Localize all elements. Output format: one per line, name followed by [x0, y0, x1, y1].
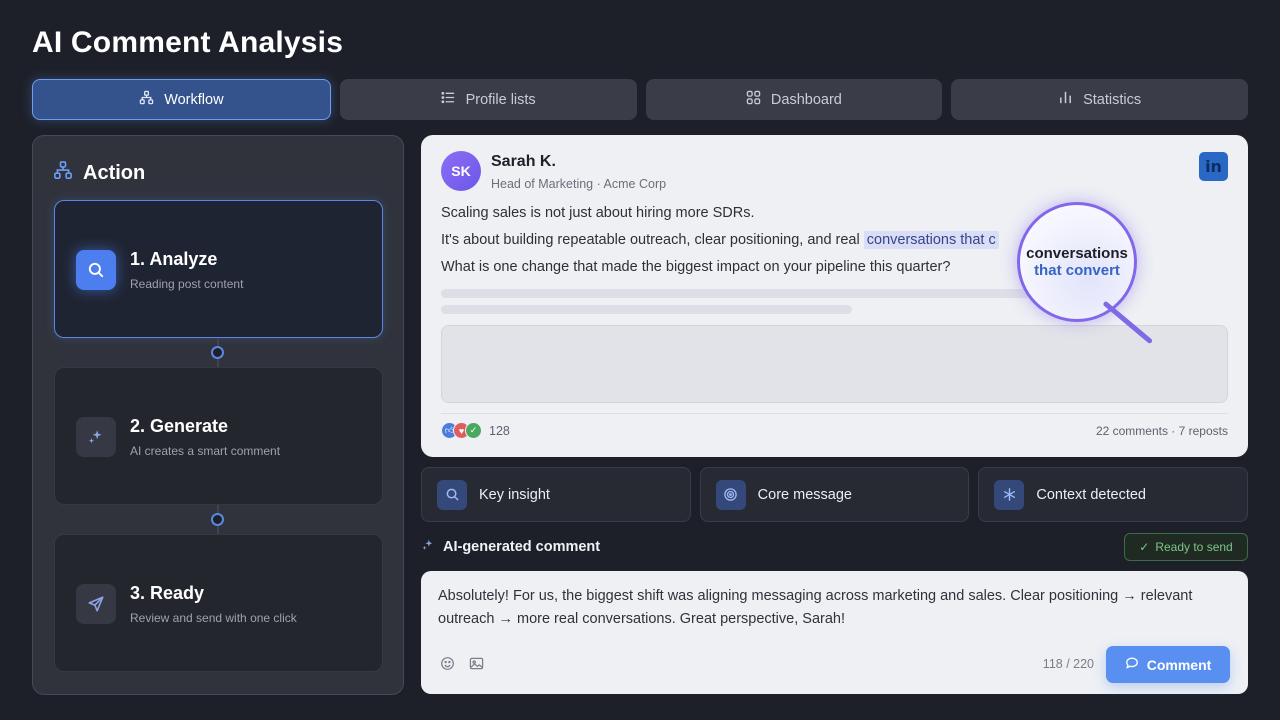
tab-bar: Workflow Profile lists Dashboard Statist… — [32, 79, 1248, 120]
bar-chart-icon — [1058, 90, 1073, 109]
step-title: 2. Generate — [130, 416, 229, 436]
check-icon: ✓ — [1139, 540, 1150, 554]
tab-label: Profile lists — [465, 91, 536, 108]
comment-button[interactable]: Comment — [1106, 646, 1230, 683]
step-subtitle: Review and send with one click — [130, 611, 297, 625]
linkedin-icon[interactable]: in — [1199, 152, 1228, 181]
skeleton-line — [441, 305, 852, 314]
status-badge-text: Ready to send — [1155, 540, 1233, 554]
step-ready[interactable]: 3. Ready Review and send with one click — [54, 534, 383, 672]
divider — [441, 413, 1228, 414]
send-icon — [76, 584, 116, 624]
search-icon — [76, 250, 116, 290]
step-generate[interactable]: 2. Generate AI creates a smart comment — [54, 367, 383, 505]
tab-dashboard[interactable]: Dashboard — [645, 79, 943, 120]
action-heading: Action — [53, 160, 145, 186]
post-author[interactable]: Sarah K. — [491, 153, 556, 171]
step-connector-dot — [211, 346, 224, 359]
chip-label: Core message — [757, 486, 852, 503]
tab-statistics[interactable]: Statistics — [951, 79, 1248, 120]
step-title: 3. Ready — [130, 583, 205, 603]
comment-text[interactable]: Absolutely! For us, the biggest shift wa… — [438, 585, 1228, 631]
skeleton-line — [441, 289, 1031, 298]
avatar[interactable]: SK — [441, 151, 481, 191]
search-icon — [437, 479, 467, 510]
list-icon — [441, 90, 456, 109]
comment-button-label: Comment — [1146, 656, 1212, 673]
tab-label: Statistics — [1083, 91, 1142, 108]
magnified-text-line: conversations — [1026, 245, 1128, 262]
status-badge: ✓ Ready to send — [1124, 533, 1248, 561]
tab-label: Workflow — [164, 91, 224, 108]
highlighted-phrase: conversations that c — [863, 231, 999, 249]
asterisk-icon — [994, 479, 1025, 510]
step-subtitle: AI creates a smart comment — [130, 444, 281, 458]
comment-toolbar — [440, 656, 484, 676]
page-title: AI Comment Analysis — [32, 26, 344, 59]
char-count: 118 / 220 — [1042, 657, 1094, 671]
workflow-icon — [53, 160, 73, 186]
target-icon — [715, 479, 746, 510]
check-icon: ✓ — [465, 422, 482, 439]
post-author-role: Head of Marketing · Acme Corp — [491, 177, 667, 191]
post-text-line: It's about building repeatable outreach,… — [441, 231, 999, 249]
chip-label: Key insight — [479, 486, 550, 503]
chip-context-detected[interactable]: Context detected — [978, 467, 1249, 522]
reaction-count: 128 — [489, 423, 510, 438]
step-connector-dot — [211, 513, 224, 526]
post-text-segment: It's about building repeatable outreach,… — [441, 232, 864, 248]
chat-bubble-icon — [1125, 656, 1139, 673]
magnified-text-line: that convert — [1034, 262, 1120, 279]
magnifier-lens: conversations that convert — [1017, 202, 1137, 322]
post-text-line: What is one change that made the biggest… — [441, 259, 951, 275]
emoji-icon[interactable] — [440, 656, 455, 676]
engagement-stats[interactable]: 22 comments · 7 reposts — [1096, 424, 1228, 438]
action-panel: Action 1. Analyze Reading post content 2… — [32, 135, 404, 695]
ai-comment-label-text: AI-generated comment — [443, 539, 601, 555]
comment-editor[interactable]: Absolutely! For us, the biggest shift wa… — [421, 571, 1248, 694]
chip-label: Context detected — [1036, 486, 1146, 503]
magnifier-lens-glass: conversations that convert — [1017, 202, 1137, 322]
tab-profile-lists[interactable]: Profile lists — [339, 79, 637, 120]
chip-core-message[interactable]: Core message — [699, 467, 970, 522]
workflow-icon — [139, 90, 154, 109]
image-icon[interactable] — [469, 656, 484, 676]
sparkle-icon — [76, 417, 116, 457]
post-text-line: Scaling sales is not just about hiring m… — [441, 205, 755, 221]
step-subtitle: Reading post content — [130, 277, 244, 291]
grid-icon — [746, 90, 761, 109]
ai-comment-label: AI-generated comment — [421, 538, 600, 556]
chip-key-insight[interactable]: Key insight — [421, 467, 691, 522]
reactions[interactable]: 👍︎ ♥ ✓ 128 — [441, 422, 510, 439]
tab-label: Dashboard — [770, 91, 842, 108]
insight-chips: Key insight Core message Context detecte… — [421, 467, 1249, 522]
post-media-placeholder — [441, 325, 1228, 403]
step-title: 1. Analyze — [130, 249, 218, 269]
sparkle-icon — [421, 538, 435, 556]
tab-workflow[interactable]: Workflow — [32, 79, 331, 120]
step-analyze[interactable]: 1. Analyze Reading post content — [54, 200, 383, 338]
action-heading-label: Action — [83, 161, 146, 184]
